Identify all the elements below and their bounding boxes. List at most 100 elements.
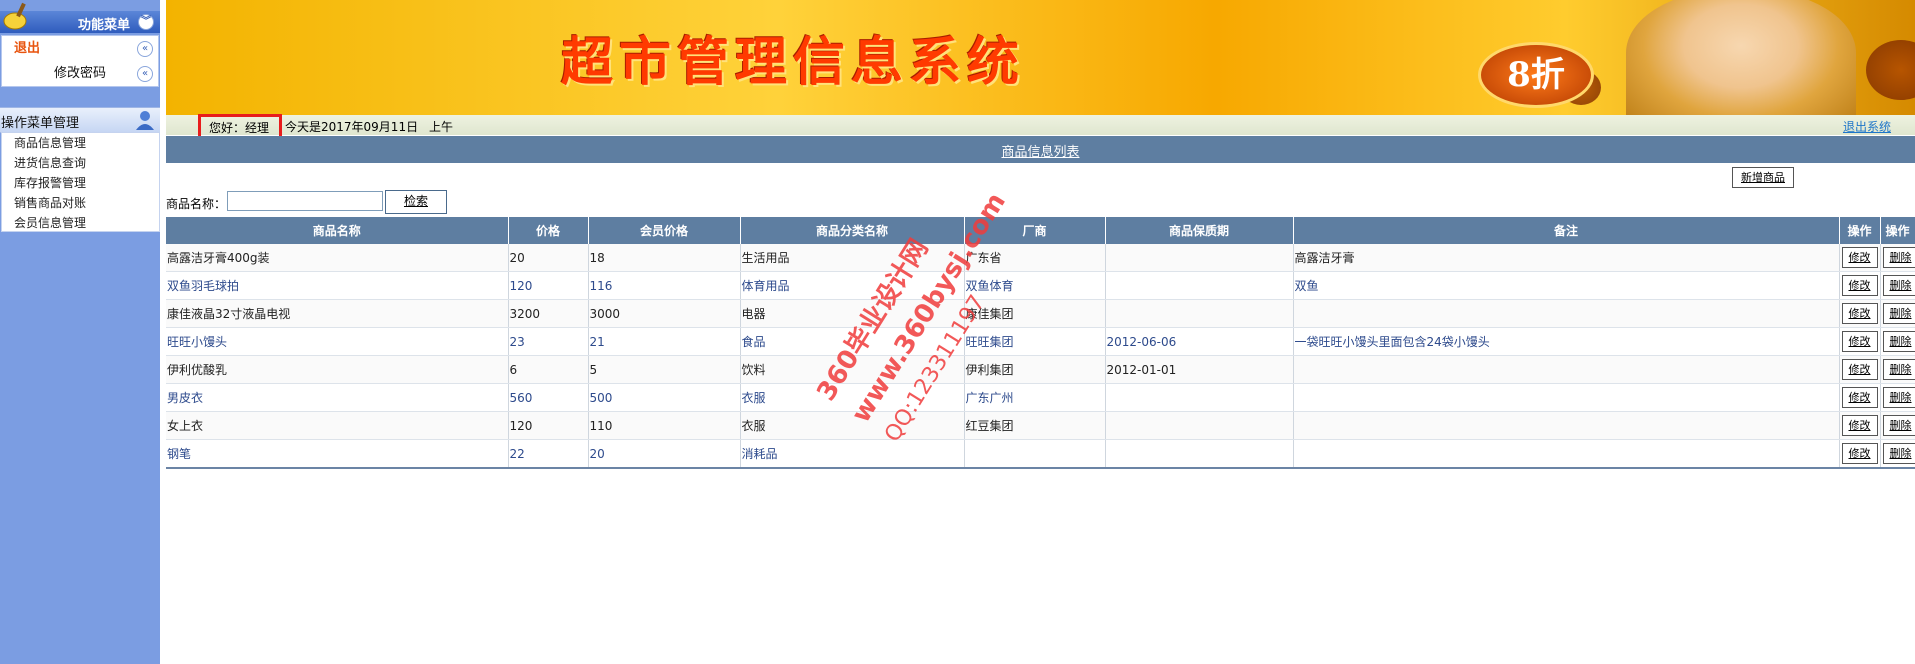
- system-title: 超市管理信息系统: [561, 32, 1026, 93]
- cell-category: 电器: [740, 299, 965, 328]
- delete-button[interactable]: 删除: [1882, 387, 1914, 408]
- cell-name: 旺旺小馒头: [166, 327, 509, 356]
- delete-button[interactable]: 删除: [1882, 247, 1914, 268]
- cell-note: [1293, 299, 1840, 328]
- collapse-menu-icon[interactable]: ︾: [138, 14, 154, 30]
- cell-name: 伊利优酸乳: [166, 355, 509, 384]
- section-title-bar: 商品信息列表: [166, 136, 1915, 163]
- column-header: 商品保质期: [1105, 217, 1294, 244]
- cell-price: 22: [508, 439, 589, 469]
- chevron-left-icon[interactable]: «: [137, 66, 153, 82]
- function-menu-title: 功能菜单: [77, 18, 130, 33]
- sidebar-item-sales-reconcile[interactable]: 销售商品对账: [2, 193, 159, 213]
- logout-menu-item[interactable]: 退出 «: [2, 36, 158, 61]
- logout-system-link[interactable]: 退出系统: [1843, 118, 1891, 135]
- logout-label[interactable]: 退出: [14, 36, 40, 61]
- cell-shelf-life: [1105, 271, 1294, 300]
- cell-category: 衣服: [740, 383, 965, 412]
- cell-delete: 删除: [1880, 383, 1915, 412]
- cell-shelf-life: [1105, 244, 1294, 272]
- cell-category: 生活用品: [740, 244, 965, 272]
- chevron-left-icon[interactable]: «: [137, 41, 153, 57]
- edit-button[interactable]: 修改: [1841, 331, 1878, 352]
- add-goods-button[interactable]: 新增商品: [1732, 167, 1794, 188]
- delete-button[interactable]: 删除: [1882, 359, 1914, 380]
- cell-delete: 删除: [1880, 411, 1915, 440]
- table-row: 康佳液晶32寸液晶电视 3200 3000 电器 康佳集团 修改 删除: [166, 299, 1915, 328]
- cell-price: 23: [508, 327, 589, 356]
- cell-shelf-life: [1105, 439, 1294, 469]
- search-input[interactable]: [227, 191, 383, 211]
- delete-button[interactable]: 删除: [1882, 331, 1914, 352]
- cell-edit: 修改: [1839, 355, 1881, 384]
- sidebar: 功能菜单 ︾ 退出 « 修改密码 « 操作菜单管理 商品信息管理 进货信息查询 …: [0, 0, 160, 664]
- user-icon: [134, 109, 156, 134]
- greeting-bar: 您好：经理 今天是2017年09月11日 上午 退出系统: [166, 114, 1915, 139]
- cell-note: 高露洁牙膏: [1293, 244, 1840, 272]
- column-header: 商品分类名称: [740, 217, 965, 244]
- edit-button[interactable]: 修改: [1841, 387, 1878, 408]
- cell-edit: 修改: [1839, 299, 1881, 328]
- cell-delete: 删除: [1880, 355, 1915, 384]
- column-header: 会员价格: [588, 217, 741, 244]
- column-header: 备注: [1293, 217, 1840, 244]
- cell-note: 双鱼: [1293, 271, 1840, 300]
- cell-member-price: 500: [588, 383, 741, 412]
- table-row: 女上衣 120 110 衣服 红豆集团 修改 删除: [166, 411, 1915, 440]
- cell-maker: 广东省: [964, 244, 1106, 272]
- cell-note: 一袋旺旺小馒头里面包含24袋小馒头: [1293, 327, 1840, 356]
- cell-name: 高露洁牙膏400g装: [166, 244, 509, 272]
- cell-maker: 广东广州: [964, 383, 1106, 412]
- cell-member-price: 21: [588, 327, 741, 356]
- edit-button[interactable]: 修改: [1841, 275, 1878, 296]
- sidebar-item-goods[interactable]: 商品信息管理: [2, 133, 159, 153]
- banner-portrait-image: [1626, 0, 1856, 115]
- sidebar-item-stock-alarm[interactable]: 库存报警管理: [2, 173, 159, 193]
- cell-category: 食品: [740, 327, 965, 356]
- cell-shelf-life: [1105, 299, 1294, 328]
- edit-button[interactable]: 修改: [1841, 443, 1878, 464]
- cell-delete: 删除: [1880, 244, 1915, 272]
- table-row: 钢笔 22 20 消耗品 修改 删除: [166, 439, 1915, 469]
- cell-member-price: 5: [588, 355, 741, 384]
- greeting-text: 您好：经理: [209, 121, 270, 135]
- delete-button[interactable]: 删除: [1882, 443, 1914, 464]
- ampm-text: 上午: [429, 120, 454, 134]
- cell-shelf-life: [1105, 411, 1294, 440]
- edit-button[interactable]: 修改: [1841, 359, 1878, 380]
- search-button[interactable]: 检索: [385, 190, 447, 214]
- cell-member-price: 110: [588, 411, 741, 440]
- cell-member-price: 18: [588, 244, 741, 272]
- sidebar-item-purchase[interactable]: 进货信息查询: [2, 153, 159, 173]
- cell-edit: 修改: [1839, 383, 1881, 412]
- cell-price: 6: [508, 355, 589, 384]
- change-password-label[interactable]: 修改密码: [54, 61, 106, 86]
- cell-member-price: 20: [588, 439, 741, 469]
- cell-price: 120: [508, 411, 589, 440]
- column-header: 操作: [1880, 217, 1915, 244]
- cell-edit: 修改: [1839, 439, 1881, 469]
- cell-shelf-life: 2012-01-01: [1105, 355, 1294, 384]
- delete-button[interactable]: 删除: [1882, 415, 1914, 436]
- cell-shelf-life: 2012-06-06: [1105, 327, 1294, 356]
- delete-button[interactable]: 删除: [1882, 303, 1914, 324]
- cell-name: 男皮衣: [166, 383, 509, 412]
- cell-maker: 康佳集团: [964, 299, 1106, 328]
- change-password-menu-item[interactable]: 修改密码 «: [2, 61, 158, 86]
- section-title[interactable]: 商品信息列表: [166, 141, 1915, 160]
- cell-category: 体育用品: [740, 271, 965, 300]
- sidebar-item-members[interactable]: 会员信息管理: [2, 213, 159, 233]
- cell-delete: 删除: [1880, 299, 1915, 328]
- cell-maker: 红豆集团: [964, 411, 1106, 440]
- op-menu-title: 操作菜单管理: [1, 116, 80, 131]
- column-header: 厂商: [964, 217, 1106, 244]
- edit-button[interactable]: 修改: [1841, 303, 1878, 324]
- cell-maker: 双鱼体育: [964, 271, 1106, 300]
- delete-button[interactable]: 删除: [1882, 275, 1914, 296]
- date-text: 今天是2017年09月11日: [285, 120, 419, 134]
- edit-button[interactable]: 修改: [1841, 415, 1878, 436]
- goods-table: 商品名称 价格 会员价格 商品分类名称 厂商 商品保质期 备注 操作 操作 高露…: [166, 217, 1915, 469]
- cell-edit: 修改: [1839, 327, 1881, 356]
- cell-name: 康佳液晶32寸液晶电视: [166, 299, 509, 328]
- edit-button[interactable]: 修改: [1841, 247, 1878, 268]
